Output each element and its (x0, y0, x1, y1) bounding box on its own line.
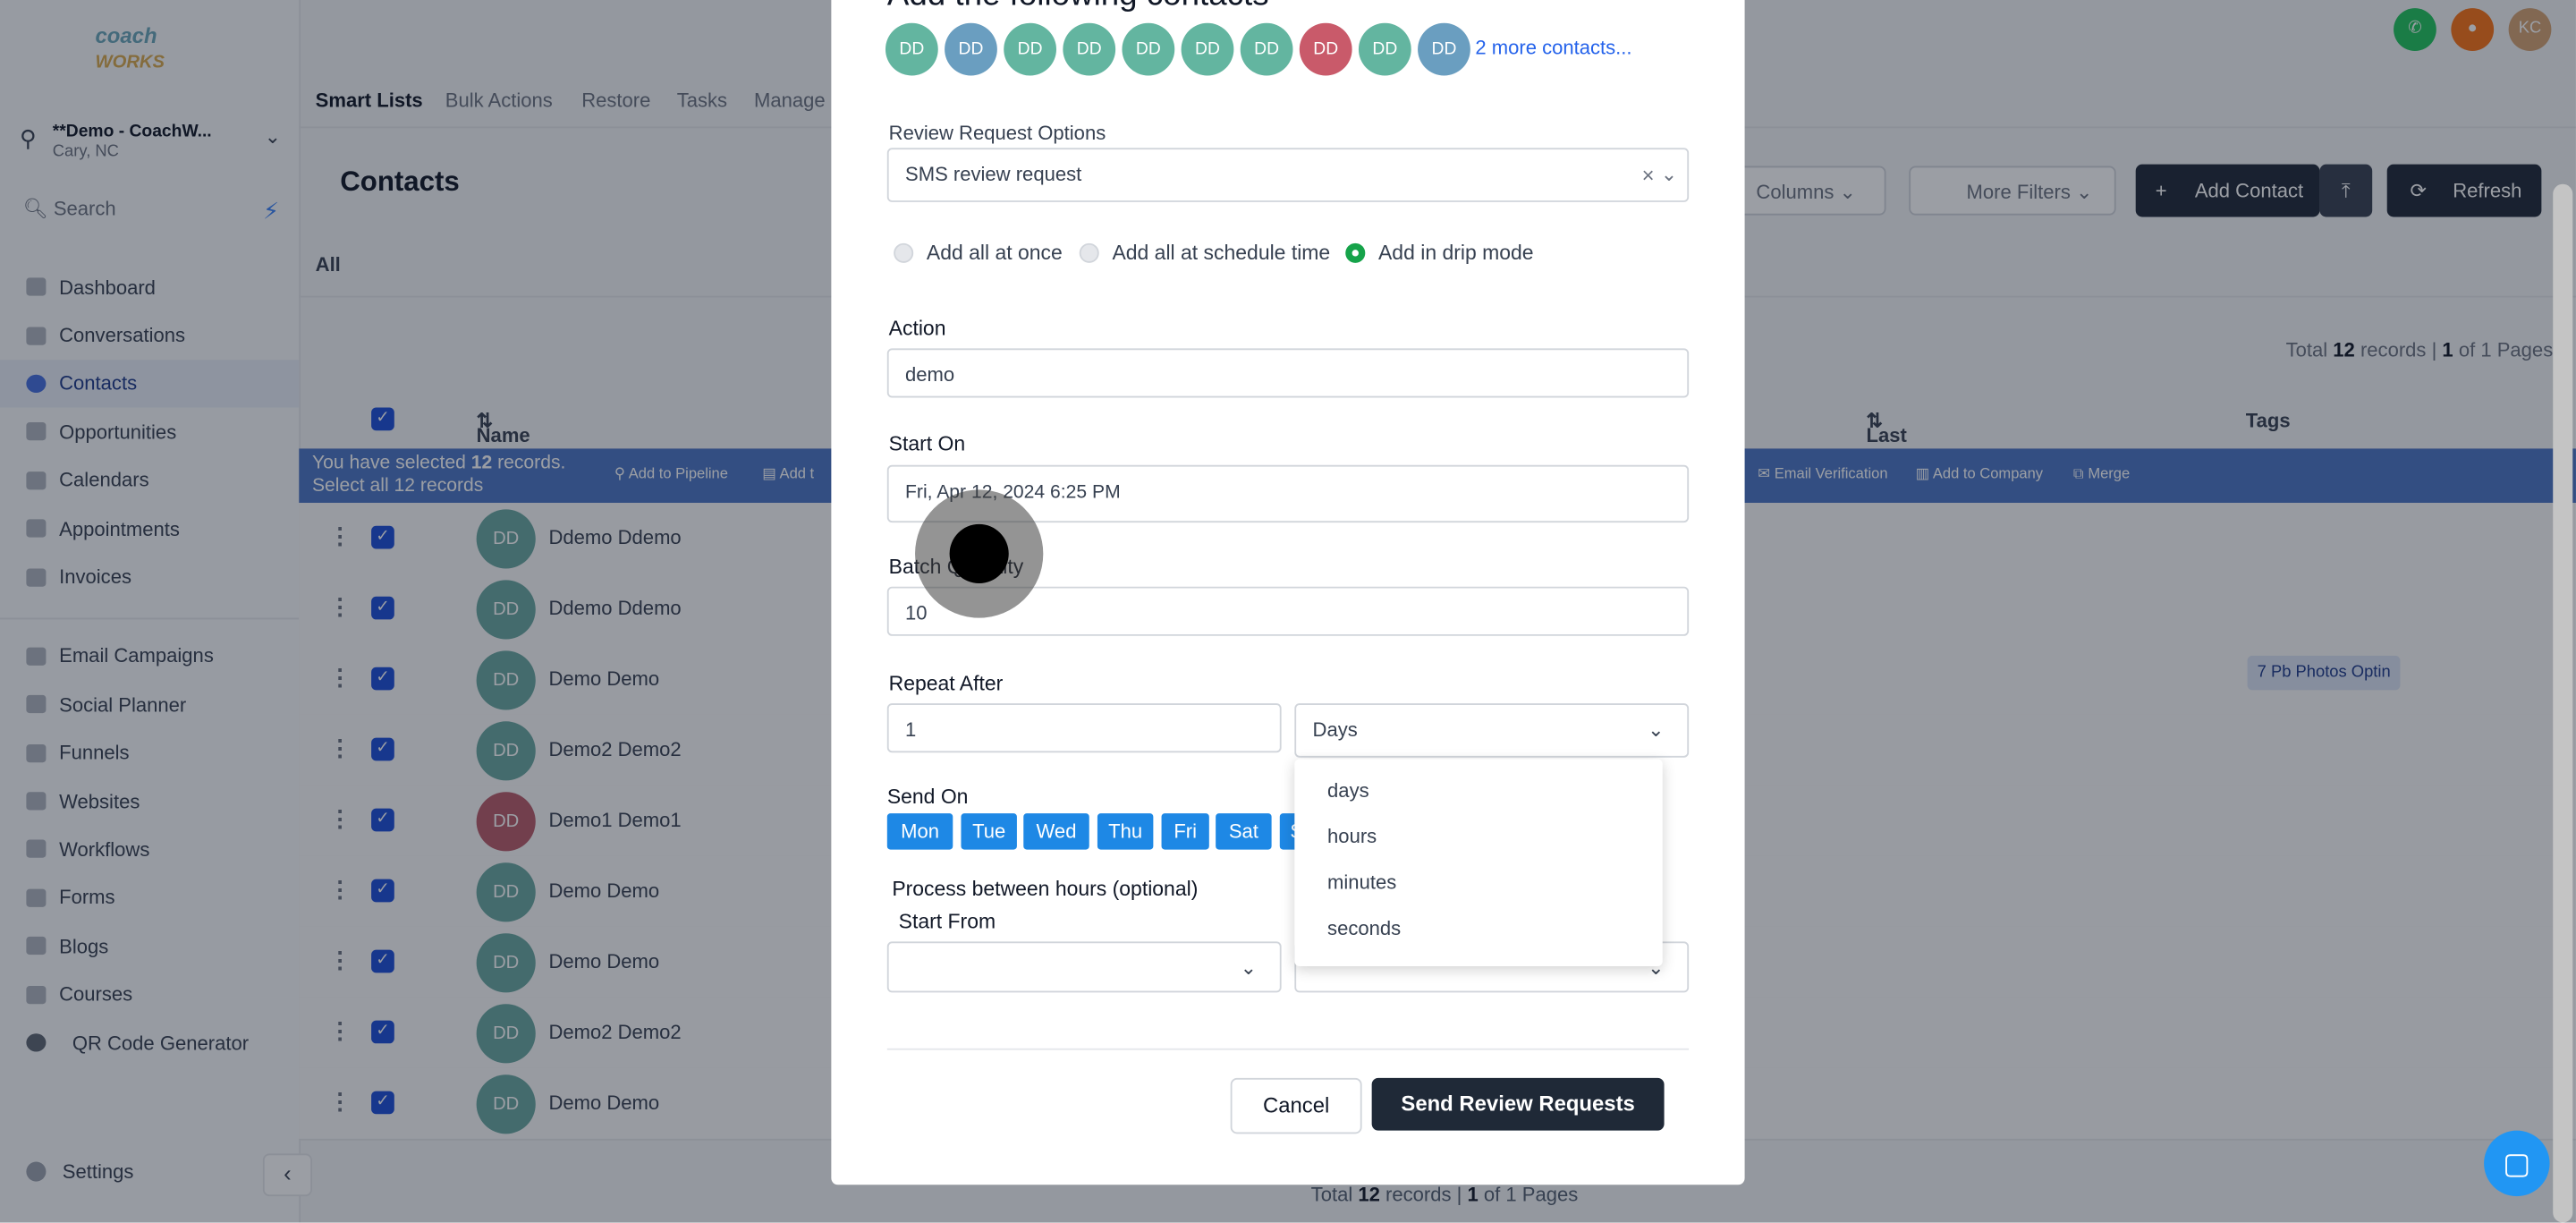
review-options-label: Review Request Options (888, 121, 1106, 145)
process-hours-label: Process between hours (optional) (892, 877, 1199, 901)
avatar: DD (1063, 22, 1116, 76)
chevron-down-icon: ⌄ (1240, 955, 1258, 980)
day-toggle-mon[interactable]: Mon (886, 813, 953, 850)
click-indicator (915, 489, 1044, 618)
repeat-unit-value: Days (1312, 718, 1358, 742)
page-scrollbar[interactable] (2553, 183, 2573, 1223)
radio-indicator (894, 242, 914, 263)
avatar: DD (945, 22, 997, 76)
action-label: Action (888, 317, 946, 341)
radio-label: Add in drip mode (1377, 241, 1534, 265)
send-on-label: Send On (886, 785, 969, 809)
day-toggle-wed[interactable]: Wed (1023, 813, 1089, 850)
day-toggle-tue[interactable]: Tue (961, 813, 1017, 850)
modal-title: Add the following contacts (887, 0, 1269, 15)
avatar: DD (1418, 22, 1470, 76)
more-contacts-link[interactable]: 2 more contacts... (1475, 36, 1631, 59)
avatar: DD (1299, 22, 1352, 76)
page-number: 1 (1467, 1183, 1479, 1207)
day-toggle-fri[interactable]: Fri (1161, 813, 1209, 850)
review-options-value: SMS review request (905, 162, 1082, 186)
chevron-down-icon: ⌄ (1648, 718, 1665, 742)
radio-label: Add all at once (926, 241, 1063, 265)
review-options-select[interactable]: SMS review request × ⌄ (886, 148, 1690, 202)
repeat-unit-select[interactable]: Days ⌄ (1294, 703, 1690, 758)
modal-footer-divider (886, 1048, 1690, 1050)
total-middle: records | (1379, 1183, 1468, 1207)
avatar: DD (1181, 22, 1234, 76)
avatar: DD (1358, 22, 1411, 76)
total-count: 12 (1358, 1183, 1380, 1207)
chat-widget-button[interactable]: ▢ (2484, 1130, 2550, 1197)
radio-label: Add all at schedule time (1112, 241, 1331, 265)
repeat-after-input[interactable]: 1 (886, 703, 1282, 753)
start-from-label: Start From (898, 910, 996, 934)
radio-indicator-selected (1345, 242, 1366, 263)
repeat-after-label: Repeat After (888, 672, 1004, 695)
repeat-unit-dropdown: days hours minutes seconds (1294, 759, 1663, 966)
unit-option-days[interactable]: days (1327, 779, 1369, 803)
radio-add-in-drip-mode[interactable]: Add in drip mode (1345, 241, 1534, 265)
radio-add-all-at-once[interactable]: Add all at once (894, 242, 1063, 265)
radio-indicator (1079, 242, 1099, 263)
chat-bubble-icon: ▢ (2503, 1147, 2531, 1180)
clear-icon[interactable]: × (1642, 149, 1655, 200)
start-on-label: Start On (888, 432, 966, 455)
avatar: DD (1004, 22, 1056, 76)
unit-option-seconds[interactable]: seconds (1327, 917, 1401, 940)
send-review-requests-button[interactable]: Send Review Requests (1371, 1077, 1665, 1131)
chevron-down-icon: ⌄ (1660, 162, 1678, 186)
avatar: DD (885, 22, 938, 76)
day-toggle-thu[interactable]: Thu (1097, 813, 1154, 850)
unit-option-minutes[interactable]: minutes (1327, 871, 1396, 894)
avatar: DD (1240, 22, 1293, 76)
cancel-button[interactable]: Cancel (1230, 1077, 1362, 1134)
total-prefix: Total (1310, 1183, 1359, 1207)
avatar: DD (1122, 22, 1175, 76)
day-toggle-sat[interactable]: Sat (1216, 813, 1272, 850)
action-input[interactable]: demo (886, 348, 1690, 398)
start-from-select[interactable]: ⌄ (886, 941, 1282, 993)
radio-add-at-schedule-time[interactable]: Add all at schedule time (1079, 241, 1331, 265)
total-suffix: of 1 Pages (1478, 1183, 1579, 1207)
pagination-summary-bottom: Total 12 records | 1 of 1 Pages (1311, 1183, 1579, 1206)
unit-option-hours[interactable]: hours (1327, 825, 1377, 848)
app-root: coach WORKS ⚲ **Demo - CoachW... Cary, N… (0, 0, 2576, 1223)
